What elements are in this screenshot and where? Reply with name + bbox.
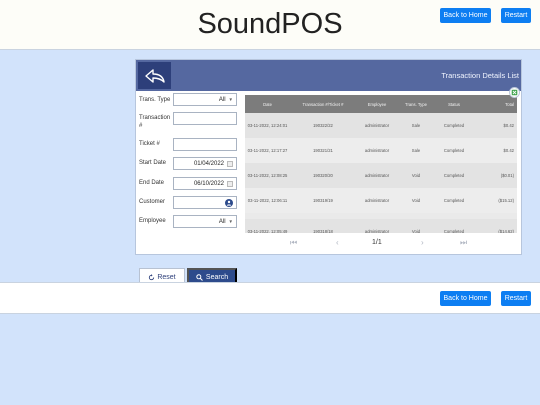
- restart-button[interactable]: Restart: [501, 291, 531, 306]
- trans-type-label: Trans. Type: [139, 97, 171, 103]
- cell-status: Completed: [443, 148, 465, 153]
- back-arrow-icon: [144, 68, 165, 83]
- cell-date: 03-11-2022, 12:17:27: [247, 148, 288, 153]
- cell-trans-type: Sale: [411, 148, 421, 153]
- cell-total: $0.42: [503, 123, 514, 128]
- transaction-input[interactable]: [173, 112, 237, 125]
- customer-input[interactable]: [173, 196, 237, 209]
- cell-transaction: 190320/20: [313, 173, 333, 178]
- start-date-value: 01/04/2022: [193, 160, 224, 167]
- ticket-label: Ticket #: [139, 141, 160, 147]
- transaction-table[interactable]: Date Transaction #/Ticket # Employee Tra…: [245, 95, 517, 233]
- user-icon[interactable]: [225, 198, 233, 207]
- chevron-down-icon: ▼: [228, 97, 233, 102]
- cell-transaction: 190321/21: [313, 148, 333, 153]
- cell-date: 03-11-2022, 12:08:25: [247, 173, 288, 178]
- trans-type-select[interactable]: All ▼: [173, 93, 237, 106]
- search-icon: [196, 273, 203, 281]
- employee-select[interactable]: All ▼: [173, 215, 237, 228]
- bottom-bar: Back to Home Restart: [0, 282, 540, 314]
- cell-employee: administrator: [364, 198, 390, 203]
- cell-trans-type: Void: [411, 198, 421, 203]
- cell-total: ($15.12): [498, 198, 514, 203]
- employee-value: All: [218, 218, 226, 225]
- filter-panel: Trans. Type All ▼ Transaction # Ticket #…: [137, 93, 239, 286]
- panel-header: Transaction Details List: [136, 60, 521, 91]
- cell-employee: administrator: [364, 173, 390, 178]
- next-page-icon[interactable]: ›: [421, 238, 424, 247]
- first-page-icon[interactable]: ⏮: [290, 238, 297, 248]
- last-page-icon[interactable]: ⏭: [460, 238, 467, 248]
- reset-label: Reset: [157, 273, 176, 281]
- cell-date: 03-11-2022, 12:06:11: [247, 198, 288, 203]
- trans-type-value: All: [218, 96, 226, 103]
- back-to-home-button[interactable]: Back to Home: [440, 8, 491, 23]
- restart-button[interactable]: Restart: [501, 8, 531, 23]
- cell-employee: administrator: [364, 229, 390, 233]
- cell-total: $0.42: [503, 148, 514, 153]
- pagination: ⏮ ‹ 1/1 › ⏭: [244, 235, 520, 251]
- cell-status: Completed: [443, 198, 465, 203]
- cell-total: ($0.01): [500, 173, 514, 178]
- prev-page-icon[interactable]: ‹: [336, 238, 339, 247]
- refresh-icon: [149, 273, 155, 280]
- start-date-label: Start Date: [139, 160, 167, 166]
- end-date-input[interactable]: 06/10/2022: [173, 177, 237, 190]
- transaction-table-area: Date Transaction #/Ticket # Employee Tra…: [244, 93, 520, 254]
- column-header-total[interactable]: Total: [474, 95, 517, 113]
- cell-employee: administrator: [364, 148, 390, 153]
- cell-status: Completed: [443, 173, 465, 178]
- top-bar: SoundPOS Back to Home Restart: [0, 0, 540, 50]
- chevron-down-icon: ▼: [228, 219, 233, 224]
- table-row[interactable]: 03-11-2022, 12:05:49 190318/18 administr…: [245, 219, 517, 233]
- calendar-icon[interactable]: [227, 160, 233, 167]
- cell-employee: administrator: [364, 123, 390, 128]
- transaction-label: Transaction #: [139, 115, 171, 129]
- table-row[interactable]: 03-11-2022, 12:24:01 190322/22 administr…: [245, 113, 517, 138]
- start-date-input[interactable]: 01/04/2022: [173, 157, 237, 170]
- page-indicator: 1/1: [372, 239, 382, 246]
- back-button[interactable]: [138, 62, 171, 89]
- column-header-trans-type[interactable]: Trans. Type: [398, 95, 434, 113]
- cell-transaction: 190319/19: [313, 198, 333, 203]
- employee-label: Employee: [139, 218, 166, 224]
- end-date-label: End Date: [139, 180, 165, 186]
- column-header-transaction[interactable]: Transaction #/Ticket #: [290, 95, 356, 113]
- cell-trans-type: Void: [411, 229, 421, 233]
- transaction-panel: Transaction Details List Trans. Type All…: [135, 59, 522, 286]
- end-date-value: 06/10/2022: [193, 180, 224, 187]
- table-row[interactable]: 03-11-2022, 12:17:27 190321/21 administr…: [245, 138, 517, 163]
- calendar-icon[interactable]: [227, 180, 233, 187]
- ticket-input[interactable]: [173, 138, 237, 151]
- column-header-employee[interactable]: Employee: [356, 95, 398, 113]
- cell-status: Completed: [443, 123, 465, 128]
- cell-date: 03-11-2022, 12:24:01: [247, 123, 288, 128]
- cell-transaction: 190318/18: [313, 229, 333, 233]
- column-header-status[interactable]: Status: [434, 95, 474, 113]
- panel-title: Transaction Details List: [441, 71, 519, 80]
- search-label: Search: [205, 273, 229, 281]
- table-row[interactable]: 03-11-2022, 12:08:25 190320/20 administr…: [245, 163, 517, 188]
- cell-trans-type: Sale: [411, 123, 421, 128]
- cell-transaction: 190322/22: [313, 123, 333, 128]
- cell-trans-type: Void: [411, 173, 421, 178]
- back-to-home-button[interactable]: Back to Home: [440, 291, 491, 306]
- cell-status: Completed: [443, 229, 465, 233]
- table-row[interactable]: 03-11-2022, 12:06:11 190319/19 administr…: [245, 188, 517, 213]
- export-icon[interactable]: [509, 87, 520, 98]
- column-header-date[interactable]: Date: [245, 95, 290, 113]
- cell-total: ($14.62): [498, 229, 514, 233]
- customer-label: Customer: [139, 199, 166, 205]
- cell-date: 03-11-2022, 12:05:49: [247, 229, 288, 233]
- table-header: Date Transaction #/Ticket # Employee Tra…: [245, 95, 517, 113]
